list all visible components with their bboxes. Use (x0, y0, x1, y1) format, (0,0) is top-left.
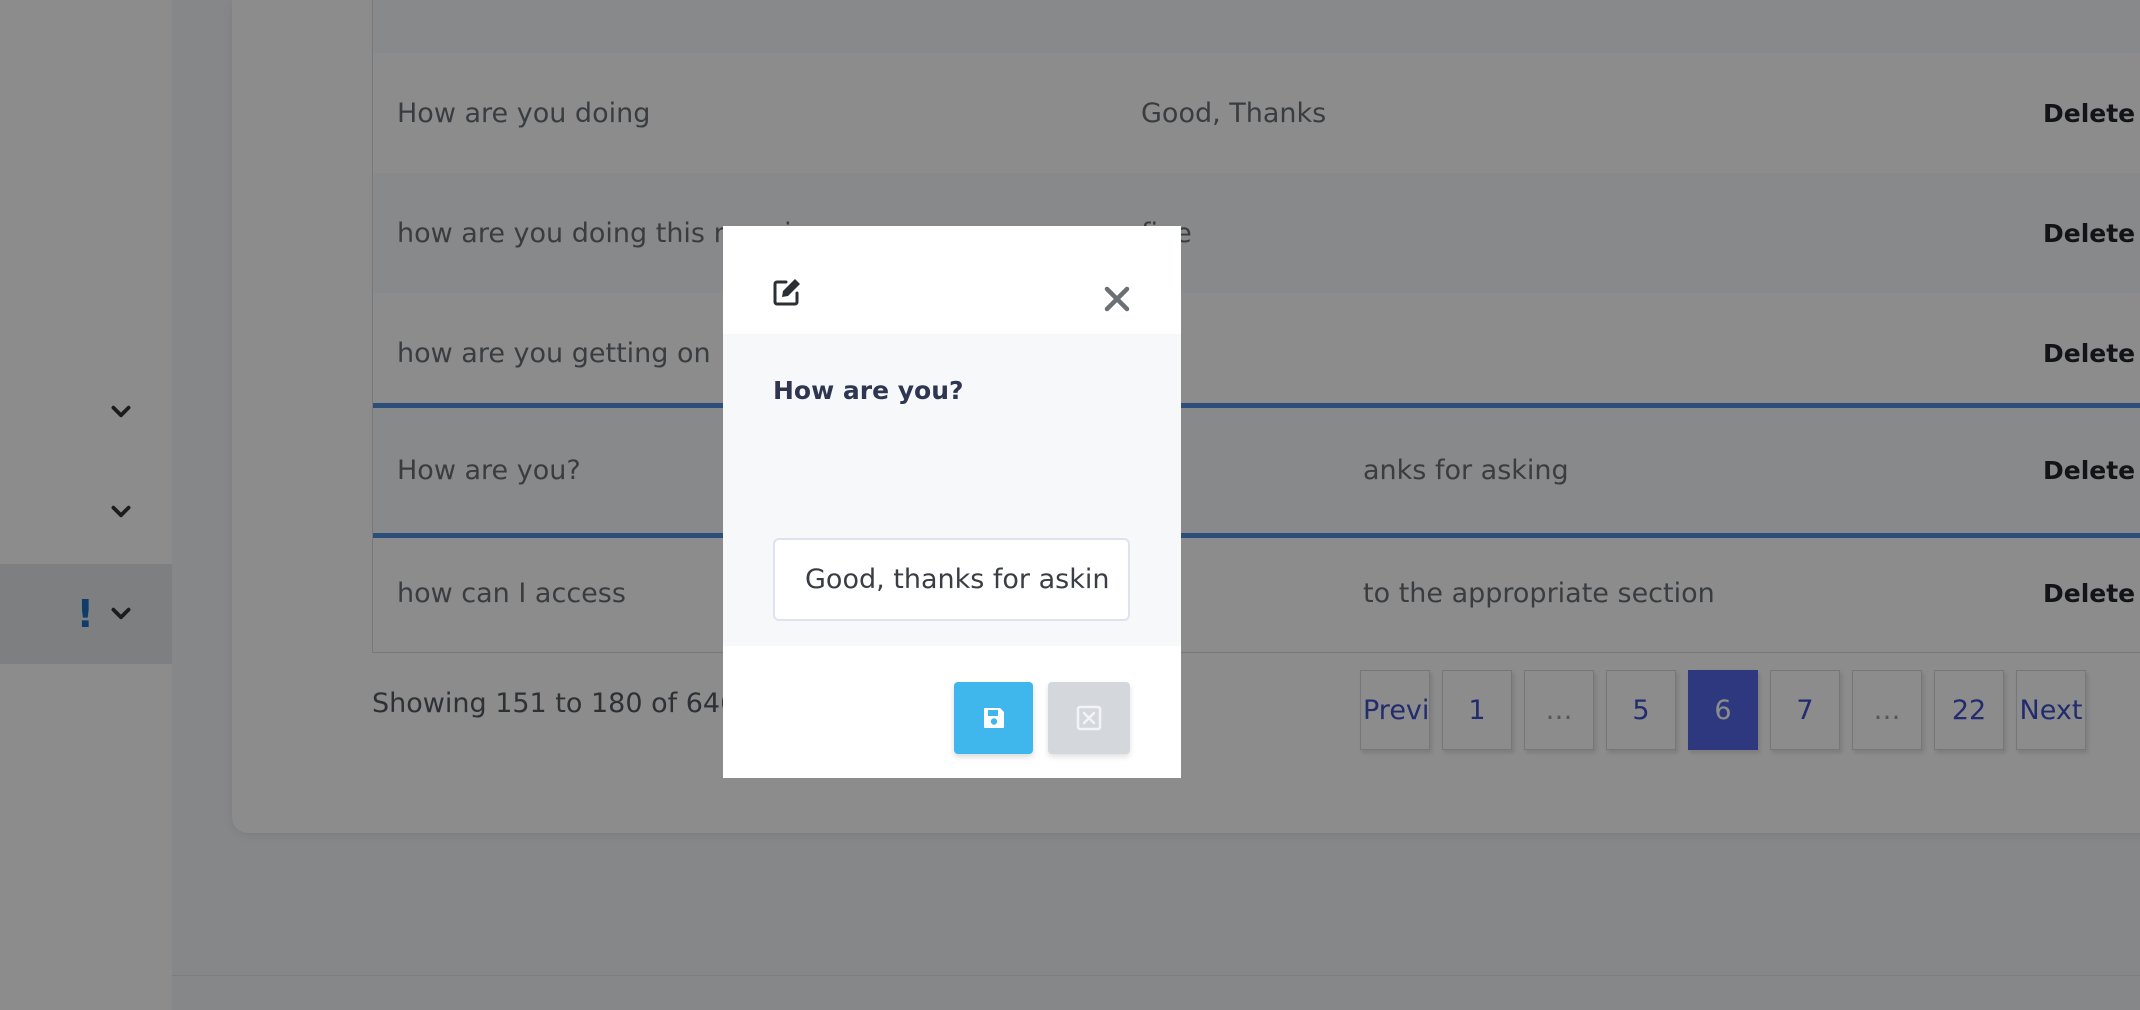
edit-icon (773, 279, 800, 306)
save-icon (983, 708, 1004, 728)
answer-input[interactable] (773, 538, 1130, 621)
save-button[interactable] (954, 682, 1033, 754)
question-label: How are you? (773, 376, 964, 405)
modal-footer (723, 646, 1181, 778)
edit-answer-modal: How are you? (723, 226, 1181, 778)
modal-header (723, 226, 1181, 334)
cancel-icon (1076, 705, 1102, 731)
cancel-button[interactable] (1048, 682, 1130, 754)
close-icon[interactable] (1104, 286, 1130, 312)
